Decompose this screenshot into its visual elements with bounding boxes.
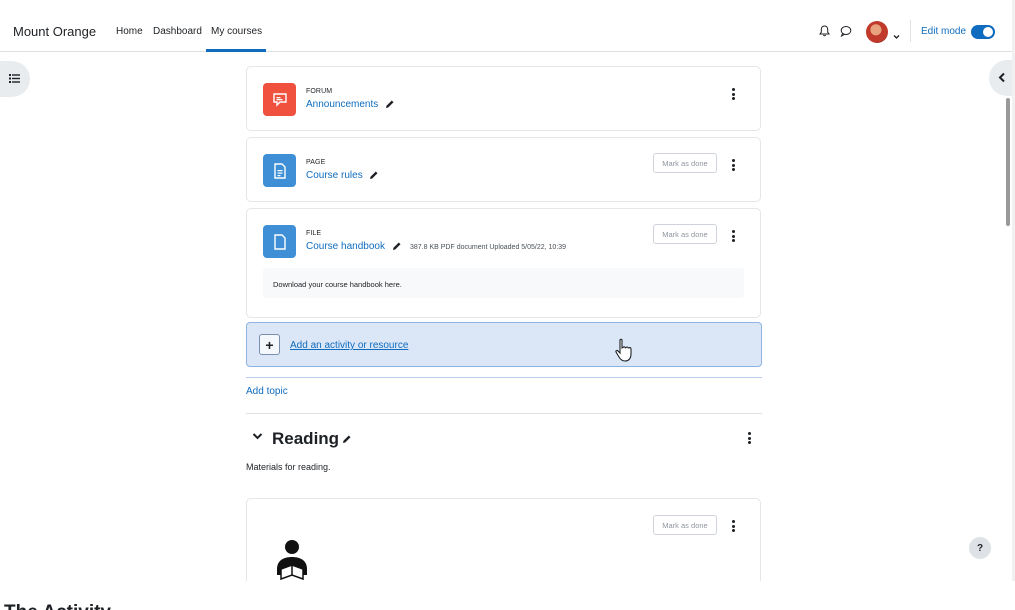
site-brand[interactable]: Mount Orange bbox=[13, 24, 96, 39]
activity-type: FILE bbox=[306, 230, 322, 237]
chevron-down-icon[interactable] bbox=[252, 432, 263, 441]
section-summary: Materials for reading. bbox=[246, 462, 331, 472]
activity-card-file: FILE Course handbook 387.8 KB PDF docume… bbox=[246, 208, 761, 318]
nav-divider bbox=[910, 20, 911, 42]
activity-link[interactable]: Announcements bbox=[306, 99, 395, 110]
edit-mode-toggle[interactable] bbox=[971, 25, 995, 39]
pencil-icon[interactable] bbox=[342, 434, 352, 444]
top-navbar: Mount Orange Home Dashboard My courses E… bbox=[0, 0, 1015, 52]
plus-icon[interactable]: + bbox=[259, 334, 280, 355]
section-divider bbox=[246, 413, 762, 414]
caption-text: The Activity... bbox=[4, 602, 125, 610]
course-index-drawer-button[interactable] bbox=[0, 61, 30, 97]
section-kebab-menu-icon[interactable] bbox=[748, 432, 752, 446]
activity-card-forum: FORUM Announcements bbox=[246, 66, 761, 131]
activity-card-page: PAGE Course rules Mark as done bbox=[246, 137, 761, 202]
mark-as-done-button[interactable]: Mark as done bbox=[653, 224, 717, 244]
activity-link[interactable]: Course rules bbox=[306, 170, 379, 181]
kebab-menu-icon[interactable] bbox=[732, 520, 736, 534]
pencil-icon bbox=[392, 242, 401, 251]
add-topic-link[interactable]: Add topic bbox=[246, 386, 288, 397]
caption-band: The Activity... bbox=[0, 581, 1015, 610]
section-title: Reading bbox=[272, 429, 340, 448]
file-icon bbox=[263, 225, 296, 258]
mark-as-done-button[interactable]: Mark as done bbox=[653, 515, 717, 535]
nav-dashboard[interactable]: Dashboard bbox=[153, 26, 202, 37]
activity-type: PAGE bbox=[306, 159, 326, 166]
reading-person-icon bbox=[277, 540, 307, 581]
kebab-menu-icon[interactable] bbox=[732, 230, 736, 244]
chevron-left-icon bbox=[998, 72, 1005, 83]
activity-description: Download your course handbook here. bbox=[263, 268, 744, 298]
list-icon bbox=[9, 74, 20, 83]
activity-name[interactable]: Course handbook bbox=[306, 241, 385, 252]
hand-cursor-icon bbox=[615, 338, 632, 362]
activity-name[interactable]: Course rules bbox=[306, 170, 363, 181]
add-activity-link[interactable]: Add an activity or resource bbox=[290, 340, 408, 351]
pencil-icon bbox=[370, 171, 378, 180]
nav-home[interactable]: Home bbox=[116, 26, 143, 37]
scrollbar-thumb[interactable] bbox=[1006, 98, 1010, 226]
activity-name[interactable]: Announcements bbox=[306, 99, 378, 110]
kebab-menu-icon[interactable] bbox=[732, 159, 736, 173]
bell-icon[interactable] bbox=[819, 24, 830, 42]
forum-icon bbox=[263, 83, 296, 116]
chevron-down-icon[interactable] bbox=[893, 27, 900, 45]
user-avatar[interactable] bbox=[866, 21, 888, 43]
messages-icon[interactable] bbox=[840, 24, 852, 42]
page-icon bbox=[263, 154, 296, 187]
add-section-line bbox=[246, 377, 762, 378]
active-nav-indicator bbox=[206, 49, 266, 52]
nav-my-courses[interactable]: My courses bbox=[211, 26, 262, 37]
file-details: 387.8 KB PDF document Uploaded 5/05/22, … bbox=[410, 244, 567, 251]
kebab-menu-icon[interactable] bbox=[732, 88, 736, 102]
mark-as-done-button[interactable]: Mark as done bbox=[653, 153, 717, 173]
add-activity-button[interactable]: + Add an activity or resource bbox=[246, 322, 762, 367]
activity-link[interactable]: Course handbook bbox=[306, 241, 402, 252]
pencil-icon bbox=[386, 100, 394, 109]
help-button[interactable]: ? bbox=[969, 537, 991, 559]
activity-type: FORUM bbox=[306, 88, 333, 95]
edit-mode-label: Edit mode bbox=[921, 26, 967, 37]
